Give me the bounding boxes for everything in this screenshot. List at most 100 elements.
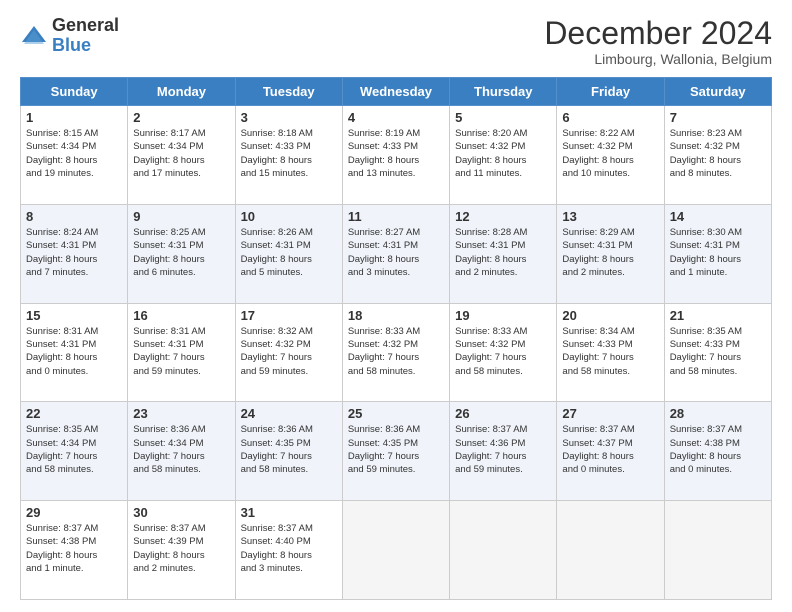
day-number: 23 <box>133 406 229 421</box>
calendar-cell: 7 Sunrise: 8:23 AMSunset: 4:32 PMDaylight… <box>664 106 771 205</box>
calendar-cell <box>342 501 449 600</box>
calendar-header-row: SundayMondayTuesdayWednesdayThursdayFrid… <box>21 78 772 106</box>
day-number: 28 <box>670 406 766 421</box>
calendar-cell <box>557 501 664 600</box>
logo: General Blue <box>20 16 119 56</box>
day-number: 5 <box>455 110 551 125</box>
day-info: Sunrise: 8:15 AMSunset: 4:34 PMDaylight:… <box>26 127 122 180</box>
calendar-cell: 27 Sunrise: 8:37 AMSunset: 4:37 PMDayligh… <box>557 402 664 501</box>
day-info: Sunrise: 8:17 AMSunset: 4:34 PMDaylight:… <box>133 127 229 180</box>
day-number: 18 <box>348 308 444 323</box>
calendar-week-4: 22 Sunrise: 8:35 AMSunset: 4:34 PMDayligh… <box>21 402 772 501</box>
day-number: 25 <box>348 406 444 421</box>
day-info: Sunrise: 8:35 AMSunset: 4:33 PMDaylight:… <box>670 325 766 378</box>
day-number: 29 <box>26 505 122 520</box>
day-info: Sunrise: 8:33 AMSunset: 4:32 PMDaylight:… <box>348 325 444 378</box>
location: Limbourg, Wallonia, Belgium <box>544 51 772 67</box>
month-title: December 2024 <box>544 16 772 51</box>
calendar-week-3: 15Sunrise: 8:31 AMSunset: 4:31 PMDayligh… <box>21 303 772 402</box>
logo-text: General Blue <box>52 16 119 56</box>
day-info: Sunrise: 8:32 AMSunset: 4:32 PMDaylight:… <box>241 325 337 378</box>
day-info: Sunrise: 8:26 AMSunset: 4:31 PMDaylight:… <box>241 226 337 279</box>
day-info: Sunrise: 8:31 AMSunset: 4:31 PMDaylight:… <box>26 325 122 378</box>
day-info: Sunrise: 8:28 AMSunset: 4:31 PMDaylight:… <box>455 226 551 279</box>
day-info: Sunrise: 8:23 AMSunset: 4:32 PMDaylight:… <box>670 127 766 180</box>
day-info: Sunrise: 8:37 AMSunset: 4:38 PMDaylight:… <box>26 522 122 575</box>
calendar-table: SundayMondayTuesdayWednesdayThursdayFrid… <box>20 77 772 600</box>
day-info: Sunrise: 8:19 AMSunset: 4:33 PMDaylight:… <box>348 127 444 180</box>
page: General Blue December 2024 Limbourg, Wal… <box>0 0 792 612</box>
day-number: 2 <box>133 110 229 125</box>
calendar-cell: 8 Sunrise: 8:24 AMSunset: 4:31 PMDaylight… <box>21 204 128 303</box>
day-number: 10 <box>241 209 337 224</box>
day-info: Sunrise: 8:36 AMSunset: 4:35 PMDaylight:… <box>348 423 444 476</box>
day-number: 11 <box>348 209 444 224</box>
day-number: 20 <box>562 308 658 323</box>
logo-general-text: General <box>52 16 119 36</box>
day-number: 22 <box>26 406 122 421</box>
day-info: Sunrise: 8:36 AMSunset: 4:34 PMDaylight:… <box>133 423 229 476</box>
day-number: 3 <box>241 110 337 125</box>
calendar-week-5: 29 Sunrise: 8:37 AMSunset: 4:38 PMDayligh… <box>21 501 772 600</box>
day-info: Sunrise: 8:24 AMSunset: 4:31 PMDaylight:… <box>26 226 122 279</box>
day-info: Sunrise: 8:37 AMSunset: 4:37 PMDaylight:… <box>562 423 658 476</box>
calendar-cell: 2 Sunrise: 8:17 AMSunset: 4:34 PMDaylight… <box>128 106 235 205</box>
calendar-cell: 13Sunrise: 8:29 AMSunset: 4:31 PMDayligh… <box>557 204 664 303</box>
calendar-cell: 12 Sunrise: 8:28 AMSunset: 4:31 PMDayligh… <box>450 204 557 303</box>
day-number: 16 <box>133 308 229 323</box>
day-number: 8 <box>26 209 122 224</box>
calendar-cell: 31Sunrise: 8:37 AMSunset: 4:40 PMDayligh… <box>235 501 342 600</box>
day-info: Sunrise: 8:25 AMSunset: 4:31 PMDaylight:… <box>133 226 229 279</box>
day-number: 12 <box>455 209 551 224</box>
day-info: Sunrise: 8:34 AMSunset: 4:33 PMDaylight:… <box>562 325 658 378</box>
day-number: 17 <box>241 308 337 323</box>
calendar-cell: 28Sunrise: 8:37 AMSunset: 4:38 PMDayligh… <box>664 402 771 501</box>
calendar-cell: 25 Sunrise: 8:36 AMSunset: 4:35 PMDayligh… <box>342 402 449 501</box>
calendar-cell <box>664 501 771 600</box>
day-number: 1 <box>26 110 122 125</box>
calendar-cell: 1 Sunrise: 8:15 AMSunset: 4:34 PMDaylight… <box>21 106 128 205</box>
day-number: 26 <box>455 406 551 421</box>
calendar-cell: 14Sunrise: 8:30 AMSunset: 4:31 PMDayligh… <box>664 204 771 303</box>
day-number: 27 <box>562 406 658 421</box>
col-header-wednesday: Wednesday <box>342 78 449 106</box>
day-info: Sunrise: 8:18 AMSunset: 4:33 PMDaylight:… <box>241 127 337 180</box>
calendar-cell: 4 Sunrise: 8:19 AMSunset: 4:33 PMDaylight… <box>342 106 449 205</box>
calendar-cell: 29 Sunrise: 8:37 AMSunset: 4:38 PMDayligh… <box>21 501 128 600</box>
day-number: 14 <box>670 209 766 224</box>
calendar-cell: 10 Sunrise: 8:26 AMSunset: 4:31 PMDayligh… <box>235 204 342 303</box>
day-number: 21 <box>670 308 766 323</box>
day-number: 4 <box>348 110 444 125</box>
calendar-cell: 19 Sunrise: 8:33 AMSunset: 4:32 PMDayligh… <box>450 303 557 402</box>
calendar-cell: 22 Sunrise: 8:35 AMSunset: 4:34 PMDayligh… <box>21 402 128 501</box>
day-info: Sunrise: 8:35 AMSunset: 4:34 PMDaylight:… <box>26 423 122 476</box>
header: General Blue December 2024 Limbourg, Wal… <box>20 16 772 67</box>
calendar-cell: 18 Sunrise: 8:33 AMSunset: 4:32 PMDayligh… <box>342 303 449 402</box>
day-number: 6 <box>562 110 658 125</box>
day-info: Sunrise: 8:37 AMSunset: 4:36 PMDaylight:… <box>455 423 551 476</box>
day-number: 7 <box>670 110 766 125</box>
day-info: Sunrise: 8:20 AMSunset: 4:32 PMDaylight:… <box>455 127 551 180</box>
calendar-cell: 15Sunrise: 8:31 AMSunset: 4:31 PMDayligh… <box>21 303 128 402</box>
col-header-saturday: Saturday <box>664 78 771 106</box>
calendar-cell: 5 Sunrise: 8:20 AMSunset: 4:32 PMDaylight… <box>450 106 557 205</box>
calendar-cell: 16Sunrise: 8:31 AMSunset: 4:31 PMDayligh… <box>128 303 235 402</box>
col-header-thursday: Thursday <box>450 78 557 106</box>
day-number: 19 <box>455 308 551 323</box>
calendar-week-2: 8 Sunrise: 8:24 AMSunset: 4:31 PMDaylight… <box>21 204 772 303</box>
col-header-tuesday: Tuesday <box>235 78 342 106</box>
title-block: December 2024 Limbourg, Wallonia, Belgiu… <box>544 16 772 67</box>
calendar-cell: 21 Sunrise: 8:35 AMSunset: 4:33 PMDayligh… <box>664 303 771 402</box>
day-info: Sunrise: 8:37 AMSunset: 4:40 PMDaylight:… <box>241 522 337 575</box>
calendar-cell: 20 Sunrise: 8:34 AMSunset: 4:33 PMDayligh… <box>557 303 664 402</box>
col-header-friday: Friday <box>557 78 664 106</box>
logo-blue-text: Blue <box>52 36 119 56</box>
col-header-monday: Monday <box>128 78 235 106</box>
calendar-cell: 11Sunrise: 8:27 AMSunset: 4:31 PMDayligh… <box>342 204 449 303</box>
day-number: 9 <box>133 209 229 224</box>
day-number: 24 <box>241 406 337 421</box>
calendar-cell: 9 Sunrise: 8:25 AMSunset: 4:31 PMDaylight… <box>128 204 235 303</box>
day-info: Sunrise: 8:36 AMSunset: 4:35 PMDaylight:… <box>241 423 337 476</box>
calendar-cell: 26 Sunrise: 8:37 AMSunset: 4:36 PMDayligh… <box>450 402 557 501</box>
day-info: Sunrise: 8:33 AMSunset: 4:32 PMDaylight:… <box>455 325 551 378</box>
